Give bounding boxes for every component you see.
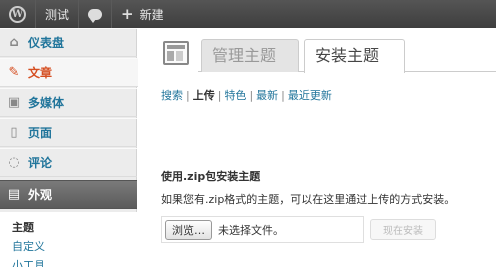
- admin-bar: W 测试 + 新建: [0, 0, 496, 28]
- filter-newest-link[interactable]: 最新: [256, 89, 278, 102]
- sidebar-item-posts[interactable]: ✎ 文章: [0, 58, 158, 89]
- sidebar-item-label: 评论: [28, 156, 53, 170]
- submenu-item-widgets[interactable]: 小工具: [12, 256, 137, 267]
- new-content-label: 新建: [139, 7, 164, 22]
- wordpress-logo-icon: W: [9, 5, 26, 23]
- submenu-item-themes[interactable]: 主题: [12, 218, 137, 237]
- sidebar-item-label: 仪表盘: [28, 36, 65, 50]
- sidebar-item-label: 多媒体: [28, 96, 65, 110]
- filter-search-link[interactable]: 搜索: [161, 89, 183, 102]
- sidebar-item-pages[interactable]: ▯ 页面: [0, 118, 137, 147]
- new-content-menu[interactable]: + 新建: [112, 0, 173, 28]
- pin-icon: ✎: [8, 65, 20, 80]
- pages-icon: ▯: [10, 125, 18, 140]
- comments-icon: ◌: [8, 155, 20, 170]
- tab-manage-themes[interactable]: 管理主题: [201, 39, 299, 72]
- theme-zip-file-input[interactable]: 浏览… 未选择文件。: [161, 216, 364, 243]
- sidebar-item-media[interactable]: ▣ 多媒体: [0, 88, 137, 117]
- install-now-button[interactable]: 现在安装: [370, 219, 436, 240]
- submenu-item-customize[interactable]: 自定义: [12, 237, 137, 256]
- sidebar-item-label: 外观: [28, 188, 53, 202]
- media-icon: ▣: [7, 95, 21, 110]
- no-file-selected-text: 未选择文件。: [218, 223, 284, 237]
- sidebar-item-label: 文章: [28, 66, 53, 80]
- upload-section-heading: 使用.zip包安装主题: [161, 170, 261, 183]
- dashboard-icon: ⌂: [9, 35, 19, 50]
- comment-bubble-icon: [88, 8, 103, 23]
- themes-screen-icon: [163, 41, 189, 65]
- sidebar-item-comments[interactable]: ◌ 评论: [0, 148, 137, 177]
- filter-upload-link[interactable]: 上传: [193, 89, 215, 102]
- sidebar-item-appearance[interactable]: ▤ 外观: [0, 180, 137, 209]
- upload-section-description: 如果您有.zip格式的主题，可以在这里通过上传的方式安装。: [161, 193, 456, 206]
- comments-link[interactable]: [79, 0, 111, 28]
- main-content: 管理主题 安装主题 搜索 | 上传 | 特色 | 最新 | 最近更新 使用.zip包安装主题 如…: [138, 28, 496, 267]
- sidebar-item-label: 页面: [28, 126, 53, 140]
- filter-recently-updated-link[interactable]: 最近更新: [288, 89, 332, 102]
- appearance-icon: ▤: [7, 187, 21, 202]
- wp-logo-menu[interactable]: W: [0, 0, 35, 28]
- admin-sidebar: ⌂ 仪表盘 ✎ 文章 ▣ 多媒体 ▯ 页面 ◌ 评论 ▤ 外观 主题 自定义 小…: [0, 28, 158, 267]
- appearance-submenu: 主题 自定义 小工具: [0, 212, 137, 267]
- site-name-link[interactable]: 测试: [36, 0, 78, 28]
- browse-button[interactable]: 浏览…: [165, 219, 212, 240]
- filter-featured-link[interactable]: 特色: [224, 89, 246, 102]
- tab-install-themes[interactable]: 安装主题: [304, 39, 405, 73]
- install-filter-links: 搜索 | 上传 | 特色 | 最新 | 最近更新: [161, 89, 332, 102]
- plus-icon: +: [121, 5, 134, 23]
- sidebar-item-dashboard[interactable]: ⌂ 仪表盘: [0, 28, 137, 57]
